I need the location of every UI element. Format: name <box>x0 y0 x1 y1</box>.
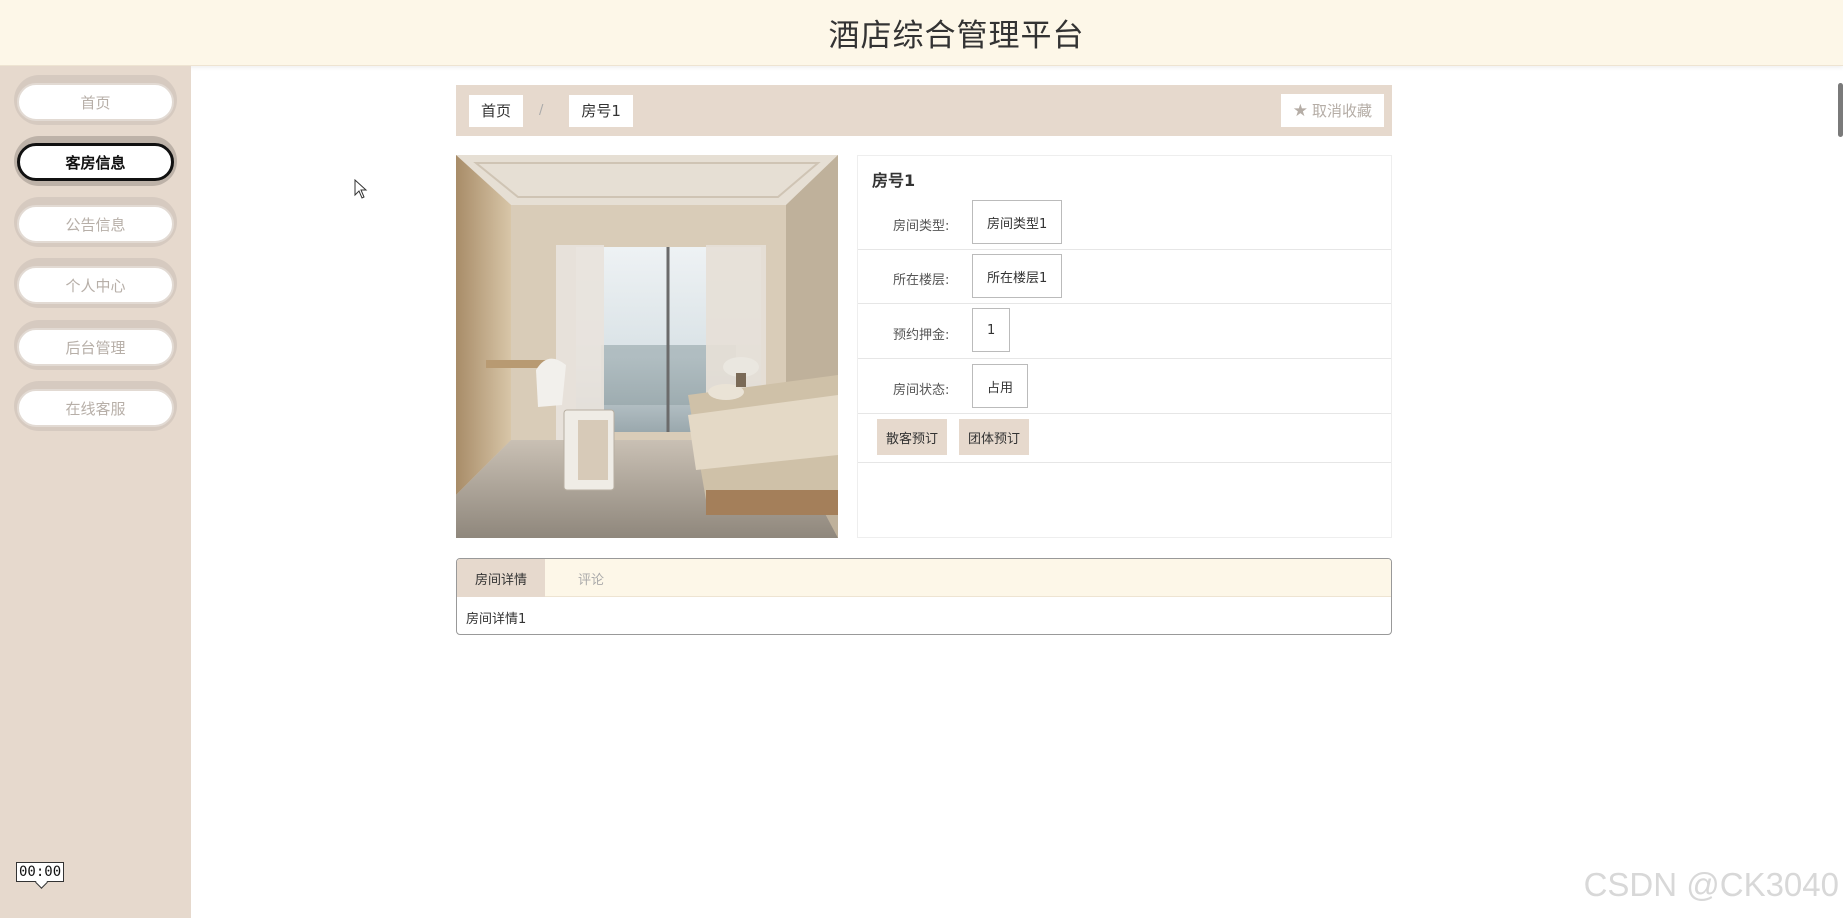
individual-booking-button[interactable]: 散客预订 <box>877 419 948 455</box>
sidebar-item-label: 公告信息 <box>17 205 174 243</box>
detail-tabs: 房间详情 评论 房间详情1 <box>456 558 1392 635</box>
sidebar-item-notices[interactable]: 公告信息 <box>14 197 177 247</box>
breadcrumb-home[interactable]: 首页 <box>469 94 524 127</box>
unfavorite-button[interactable]: ★ 取消收藏 <box>1280 94 1384 127</box>
room-title: 房号1 <box>872 171 916 190</box>
watermark: CSDN @CK3040 <box>1583 866 1839 903</box>
room-photo <box>456 155 838 538</box>
breadcrumb-separator: / <box>539 103 544 118</box>
room-field-type: 房间类型: 房间类型1 <box>858 196 1391 250</box>
sidebar-item-home[interactable]: 首页 <box>14 75 177 125</box>
field-value: 1 <box>972 308 1011 352</box>
room-field-status: 房间状态: 占用 <box>858 359 1391 414</box>
sidebar-item-profile[interactable]: 个人中心 <box>14 258 177 308</box>
field-value: 房间类型1 <box>972 200 1063 244</box>
sidebar-item-admin[interactable]: 后台管理 <box>14 320 177 370</box>
room-field-floor: 所在楼层: 所在楼层1 <box>858 250 1391 304</box>
group-booking-button[interactable]: 团体预订 <box>959 419 1030 455</box>
field-label: 房间状态: <box>893 383 950 398</box>
sidebar-item-label: 后台管理 <box>17 328 174 366</box>
page-title: 酒店综合管理平台 <box>828 18 1085 54</box>
sidebar-item-rooms[interactable]: 客房信息 <box>14 136 177 186</box>
sidebar-item-label: 首页 <box>17 83 174 121</box>
timer-bubble: 00:00 <box>16 862 65 882</box>
field-label: 所在楼层: <box>893 273 950 288</box>
tab-comments[interactable]: 评论 <box>545 559 637 597</box>
mouse-cursor-icon <box>354 179 368 199</box>
header: 酒店综合管理平台 <box>0 0 1843 66</box>
sidebar-item-label: 个人中心 <box>17 266 174 304</box>
breadcrumb-current: 房号1 <box>569 94 633 127</box>
tab-content: 房间详情1 <box>466 612 527 627</box>
tab-room-details[interactable]: 房间详情 <box>457 559 546 597</box>
sidebar-item-label: 在线客服 <box>17 389 174 427</box>
sidebar-item-label: 客房信息 <box>17 143 174 181</box>
sidebar-item-support[interactable]: 在线客服 <box>14 381 177 431</box>
field-value: 占用 <box>972 364 1029 408</box>
breadcrumb: 首页 / 房号1 ★ 取消收藏 <box>456 85 1392 136</box>
tab-bar: 房间详情 评论 <box>457 559 1391 597</box>
field-label: 预约押金: <box>893 328 950 343</box>
field-value: 所在楼层1 <box>972 254 1063 298</box>
scrollbar[interactable] <box>1838 83 1843 137</box>
field-label: 房间类型: <box>893 219 950 234</box>
unfavorite-label: 取消收藏 <box>1311 102 1372 120</box>
sidebar: 首页 客房信息 公告信息 个人中心 后台管理 在线客服 <box>0 66 191 918</box>
bedroom-illustration <box>456 155 838 538</box>
room-field-deposit: 预约押金: 1 <box>858 304 1391 359</box>
room-info-panel: 房号1 房间类型: 房间类型1 所在楼层: 所在楼层1 预约押金: 1 房间状态… <box>857 155 1392 538</box>
star-icon: ★ <box>1292 100 1308 121</box>
booking-actions: 散客预订 团体预订 <box>858 414 1391 463</box>
